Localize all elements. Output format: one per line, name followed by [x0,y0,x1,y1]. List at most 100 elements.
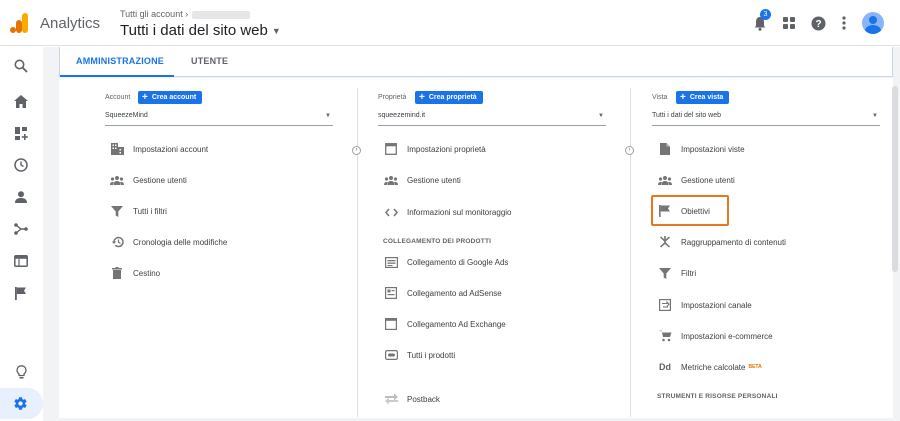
postback-icon [383,392,399,406]
property-selector[interactable]: squeezemind.it ▼ [378,112,606,126]
all-filters-link[interactable]: Tutti i filtri [109,203,167,219]
dd-icon: Dd [659,362,671,372]
create-account-label: Crea account [151,94,197,101]
adsense-linking-label: Collegamento ad AdSense [407,288,502,298]
grouping-icon [657,235,673,249]
create-property-button[interactable]: + Crea proprietà [415,91,483,104]
ad-exchange-linking-link[interactable]: Collegamento Ad Exchange [383,316,506,332]
property-settings-label: Impostazioni proprietà [407,144,486,154]
admin-nav-active[interactable] [0,388,43,419]
channel-settings-link[interactable]: Impostazioni canale [657,297,752,313]
people-icon [657,173,673,187]
tab-amministrazione[interactable]: AMMINISTRAZIONE [76,56,164,66]
change-history-link[interactable]: Cronologia delle modifiche [109,234,227,250]
product-linking-section-title: COLLEGAMENTO DEI PRODOTTI [383,238,492,245]
person-icon[interactable] [11,187,31,207]
all-products-link[interactable]: Tutti i prodotti [383,347,455,363]
all-products-label: Tutti i prodotti [407,350,456,360]
property-settings-icon [383,142,399,156]
people-icon [109,173,125,187]
create-view-button[interactable]: + Crea vista [676,91,730,104]
column-divider [357,88,358,417]
account-user-management-label: Gestione utenti [133,175,187,185]
view-settings-label: Impostazioni viste [681,144,745,154]
dropdown-caret-icon: ▼ [271,26,281,37]
acquisition-icon[interactable] [11,219,31,239]
goals-highlight-box [651,195,729,226]
create-account-button[interactable]: + Crea account [138,91,203,104]
all-filters-label: Tutti i filtri [133,206,167,216]
behavior-icon[interactable] [11,251,31,271]
property-user-management-link[interactable]: Gestione utenti [383,172,461,188]
conversions-flag-icon[interactable] [11,283,31,303]
column-divider [630,88,631,417]
google-ads-linking-label: Collegamento di Google Ads [407,257,509,267]
account-settings-label: Impostazioni account [133,144,209,154]
more-vert-icon[interactable] [834,13,854,33]
view-filters-label: Filtri [681,268,697,278]
calculated-metrics-label: Metriche calcolate [681,362,746,372]
account-selector[interactable]: SqueezeMind ▼ [105,112,333,126]
filter-icon [657,266,673,280]
trash-label: Cestino [133,268,161,278]
trash-link[interactable]: Cestino [109,265,160,281]
column-arrow-icon: › [352,146,361,155]
clock-icon[interactable] [11,155,31,175]
breadcrumb-label: Tutti gli account [120,9,183,19]
adsense-linking-link[interactable]: Collegamento ad AdSense [383,285,502,301]
trash-icon [109,266,125,280]
personal-tools-section-title: STRUMENTI E RISORSE PERSONALI [657,393,778,400]
content-grouping-link[interactable]: Raggruppamento di contenuti [657,234,786,250]
top-app-bar: Analytics Tutti gli account › Tutti i da… [0,0,900,46]
dashboard-add-icon[interactable] [11,123,31,143]
create-property-label: Crea proprietà [428,94,477,101]
left-navigation [0,47,43,421]
people-icon [383,173,399,187]
account-settings-link[interactable]: Impostazioni account [109,141,208,157]
property-settings-link[interactable]: Impostazioni proprietà [383,141,486,157]
tracking-info-link[interactable]: Informazioni sul monitoraggio [383,204,512,220]
search-icon[interactable] [11,56,31,76]
building-icon [109,142,125,156]
view-selector[interactable]: Tutti i dati del sito web ▼ [120,22,281,39]
filter-icon [109,204,125,218]
view-user-management-link[interactable]: Gestione utenti [657,172,735,188]
view-filters-link[interactable]: Filtri [657,265,696,281]
admin-tabs: AMMINISTRAZIONE UTENTE [59,47,893,77]
view-selector[interactable]: Tutti i dati del sito web ▼ [652,112,880,126]
notifications-count-badge: 3 [760,9,771,20]
analytics-logo-icon[interactable] [10,13,28,33]
plus-icon: + [142,92,148,103]
calculated-metrics-link[interactable]: Dd Metriche calcolate BETA [657,359,762,375]
column-arrow-icon: › [625,146,634,155]
view-user-management-label: Gestione utenti [681,175,735,185]
code-icon [383,205,399,219]
settings-gear-icon[interactable] [13,396,28,416]
home-icon[interactable] [11,91,31,111]
ads-icon [383,255,399,269]
notifications-bell-icon[interactable]: 3 [750,9,771,33]
ecommerce-settings-link[interactable]: Impostazioni e-commerce [657,328,773,344]
view-title: Tutti i dati del sito web [120,22,268,39]
channel-icon [657,298,673,312]
ecommerce-settings-label: Impostazioni e-commerce [681,331,773,341]
app-name[interactable]: Analytics [40,15,100,32]
adexchange-icon [383,317,399,331]
breadcrumb-chevron-icon: › [182,9,189,19]
account-user-management-link[interactable]: Gestione utenti [109,172,187,188]
vertical-scrollbar[interactable] [892,86,898,272]
document-icon [657,142,673,156]
link-icon [383,348,399,362]
apps-grid-icon[interactable] [779,13,799,33]
google-ads-linking-link[interactable]: Collegamento di Google Ads [383,254,508,270]
user-avatar[interactable] [862,12,884,34]
postback-label: Postback [407,394,440,404]
lightbulb-icon[interactable] [11,362,31,382]
tab-utente[interactable]: UTENTE [191,56,228,66]
breadcrumb[interactable]: Tutti gli account › [120,9,251,19]
help-icon[interactable]: ? [808,13,828,33]
create-view-label: Crea vista [689,94,724,101]
property-selected-value: squeezemind.it [378,112,426,119]
postback-link[interactable]: Postback [383,391,440,407]
view-settings-link[interactable]: Impostazioni viste [657,141,745,157]
